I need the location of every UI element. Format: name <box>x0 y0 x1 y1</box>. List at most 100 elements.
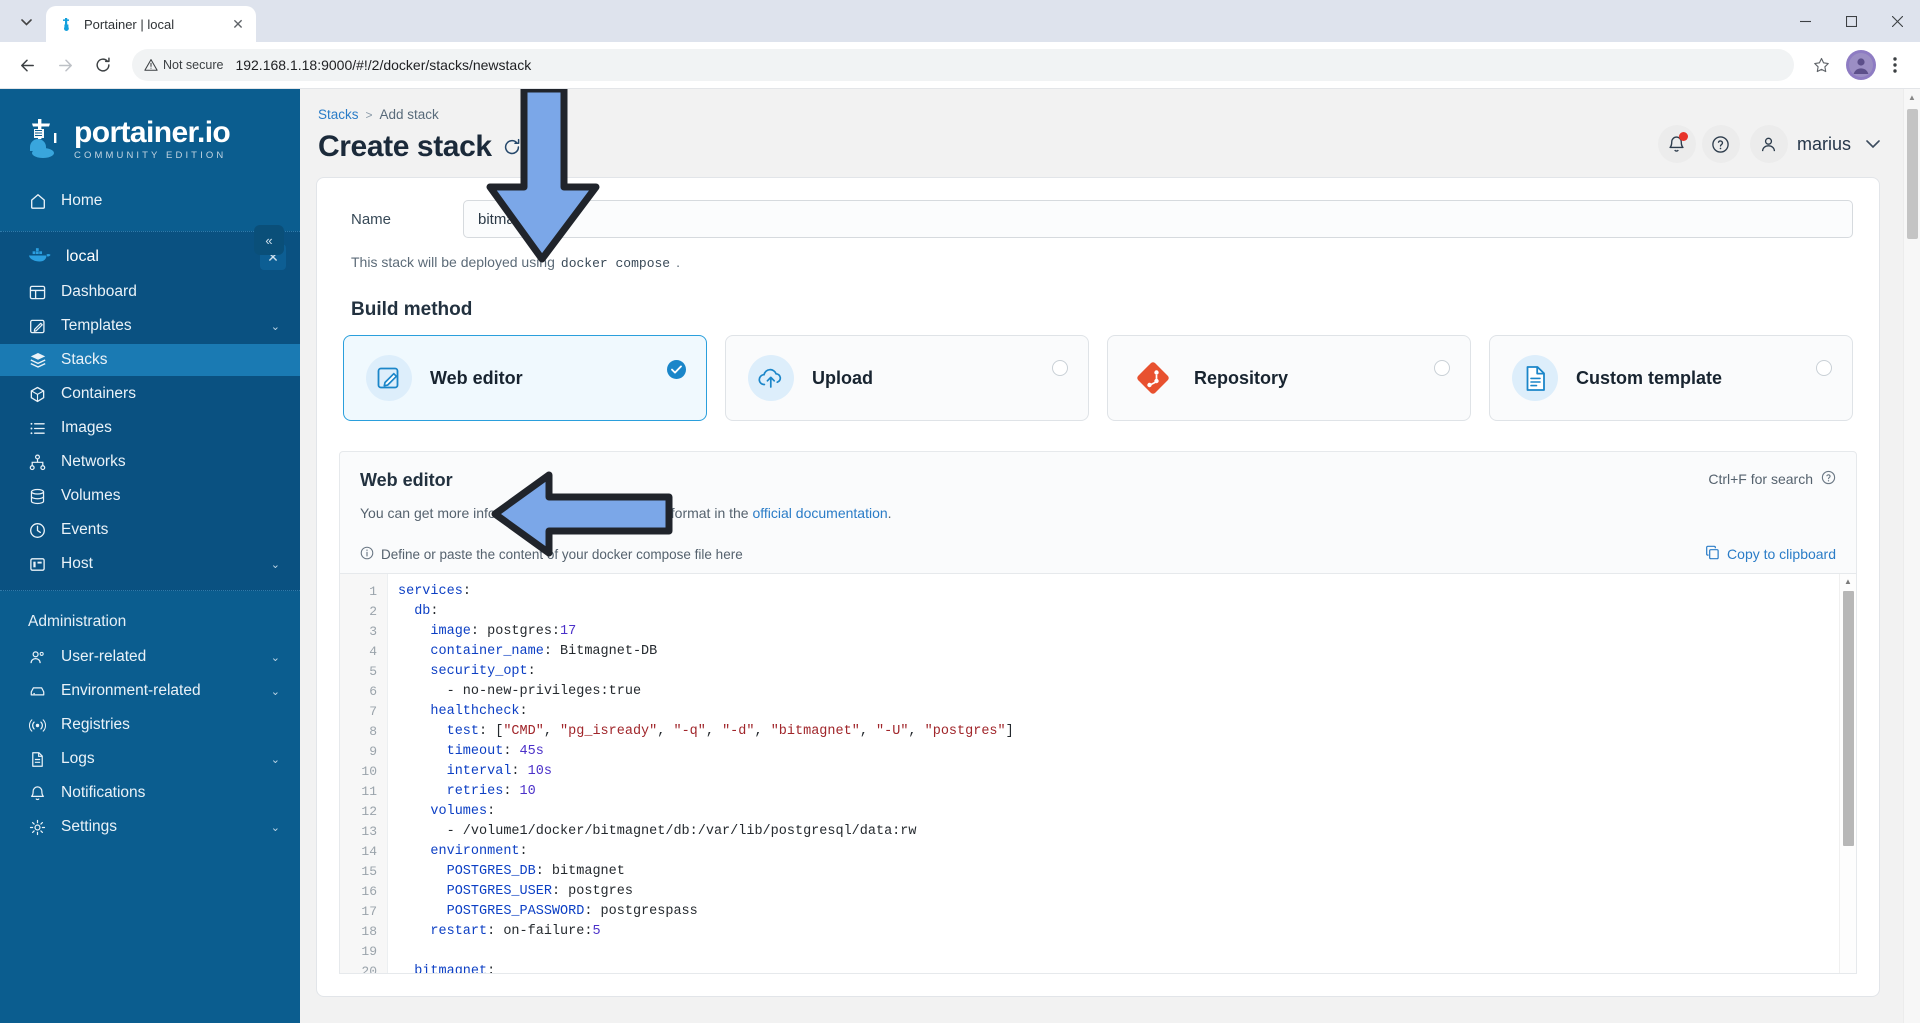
user-avatar-button[interactable] <box>1749 125 1788 163</box>
help-circle-icon <box>1712 135 1730 153</box>
sidebar-item-settings[interactable]: Settings ⌄ <box>0 811 300 843</box>
user-menu[interactable]: marius <box>1746 125 1880 163</box>
maximize-window-button[interactable] <box>1828 0 1874 42</box>
code-token: : postgres: <box>470 624 561 639</box>
description-suffix: . <box>887 505 892 521</box>
code-token: : <box>519 704 528 719</box>
sidebar-environment-block: local ✕ Dashboard Templates ⌄ Stacks Con… <box>0 231 300 591</box>
browser-tabstrip: Portainer | local ✕ <box>0 0 1920 42</box>
main-content: Stacks > Add stack Create stack marius N… <box>300 89 1920 1023</box>
page-scroll-up-icon[interactable]: ▲ <box>1904 89 1920 105</box>
code-line: healthcheck: <box>398 702 1856 722</box>
sidebar-item-stacks[interactable]: Stacks <box>0 344 300 376</box>
portainer-logo[interactable]: portainer.io COMMUNITY EDITION <box>0 103 300 171</box>
web-editor-header: Web editor Ctrl+F for search <box>360 470 1836 491</box>
line-number: 5 <box>369 664 377 679</box>
scroll-up-arrow-icon[interactable]: ▲ <box>1840 574 1856 589</box>
code-content[interactable]: services: db: image: postgres:17 contain… <box>388 574 1856 973</box>
deploy-note: This stack will be deployed using docker… <box>343 254 1853 271</box>
radio-selected-icon[interactable] <box>667 360 686 379</box>
build-method-web-editor[interactable]: Web editor <box>343 335 707 421</box>
portainer-crane-icon <box>24 117 64 161</box>
sidebar: portainer.io COMMUNITY EDITION « Home lo… <box>0 89 300 1023</box>
reload-button[interactable] <box>86 48 120 82</box>
sidebar-item-volumes[interactable]: Volumes <box>0 480 300 512</box>
define-hint-text: Define or paste the content of your dock… <box>381 546 743 562</box>
breadcrumb-stacks-link[interactable]: Stacks <box>318 107 359 122</box>
sidebar-item-logs[interactable]: Logs ⌄ <box>0 743 300 775</box>
sidebar-item-dashboard[interactable]: Dashboard <box>0 276 300 308</box>
sidebar-item-registries[interactable]: Registries <box>0 709 300 741</box>
templates-icon <box>28 317 47 336</box>
help-circle-icon[interactable] <box>1821 470 1836 488</box>
official-documentation-link[interactable]: official documentation <box>752 505 887 521</box>
sidebar-item-templates[interactable]: Templates ⌄ <box>0 310 300 342</box>
copy-to-clipboard-button[interactable]: Copy to clipboard <box>1705 545 1836 563</box>
close-tab-icon[interactable]: ✕ <box>228 14 248 34</box>
tab-search-dropdown-icon[interactable] <box>8 7 44 37</box>
code-line: security_opt: <box>398 662 1856 682</box>
radio-unselected-icon[interactable] <box>1816 360 1832 376</box>
code-editor[interactable]: 1 2 3 4 5 6 7 8 9 10 11 12 13 14 15 16 17 18 19 20 services… <box>339 574 1857 974</box>
code-token: timeout <box>446 744 504 759</box>
code-line: volumes: <box>398 802 1856 822</box>
browser-tab[interactable]: Portainer | local ✕ <box>46 6 256 42</box>
code-token: : [ <box>479 724 504 739</box>
bookmark-star-icon[interactable] <box>1806 50 1836 80</box>
notifications-button[interactable] <box>1657 125 1696 163</box>
line-number: 11 <box>361 784 377 799</box>
chevron-down-icon: ⌄ <box>270 320 280 333</box>
code-token: POSTGRES_USER <box>446 884 552 899</box>
sidebar-item-networks[interactable]: Networks <box>0 446 300 478</box>
code-token: container_name <box>430 644 544 659</box>
code-token: "pg_isready" <box>560 724 658 739</box>
page-scrollbar-thumb[interactable] <box>1907 109 1918 239</box>
collapse-sidebar-button[interactable]: « <box>254 225 284 255</box>
chevron-down-icon[interactable] <box>1866 137 1880 152</box>
scrollbar-thumb[interactable] <box>1843 591 1854 846</box>
sidebar-item-images[interactable]: Images <box>0 412 300 444</box>
profile-avatar[interactable] <box>1846 50 1876 80</box>
build-method-upload[interactable]: Upload <box>725 335 1089 421</box>
code-token: : postgres <box>551 884 633 899</box>
line-number: 3 <box>369 624 377 639</box>
editor-scrollbar[interactable]: ▲ <box>1839 574 1856 973</box>
stack-name-input[interactable] <box>463 200 1853 238</box>
sidebar-item-label: User-related <box>61 648 147 665</box>
build-method-repository[interactable]: Repository <box>1107 335 1471 421</box>
help-button[interactable] <box>1701 125 1740 163</box>
sidebar-item-containers[interactable]: Containers <box>0 378 300 410</box>
define-hint: Define or paste the content of your dock… <box>360 546 743 563</box>
web-editor-subheader: Define or paste the content of your dock… <box>360 545 1836 573</box>
sidebar-item-events[interactable]: Events <box>0 514 300 546</box>
sidebar-item-environment-related[interactable]: Environment-related ⌄ <box>0 675 300 707</box>
address-bar[interactable]: Not secure 192.168.1.18:9000/#!/2/docker… <box>132 49 1794 81</box>
forward-button[interactable] <box>48 48 82 82</box>
code-token: 17 <box>560 624 577 639</box>
line-number: 13 <box>361 824 377 839</box>
refresh-icon[interactable] <box>502 137 522 157</box>
line-number: 9 <box>369 744 377 759</box>
browser-menu-icon[interactable] <box>1880 48 1910 82</box>
sidebar-item-host[interactable]: Host ⌄ <box>0 548 300 580</box>
build-method-label: Custom template <box>1576 367 1723 388</box>
security-indicator[interactable]: Not secure <box>144 58 235 72</box>
page-scrollbar[interactable]: ▲ <box>1903 89 1920 1023</box>
line-number: 20 <box>361 964 377 974</box>
code-line: retries: 10 <box>398 782 1856 802</box>
radio-unselected-icon[interactable] <box>1434 360 1450 376</box>
sidebar-item-user-related[interactable]: User-related ⌄ <box>0 641 300 673</box>
build-method-custom-template[interactable]: Custom template <box>1489 335 1853 421</box>
code-token: POSTGRES_DB <box>446 864 536 879</box>
close-window-button[interactable] <box>1874 0 1920 42</box>
back-button[interactable] <box>10 48 44 82</box>
sidebar-item-home[interactable]: Home <box>0 185 300 217</box>
minimize-window-button[interactable] <box>1782 0 1828 42</box>
git-repository-icon <box>1130 355 1176 401</box>
radio-unselected-icon[interactable] <box>1052 360 1068 376</box>
sidebar-item-notifications[interactable]: Notifications <box>0 777 300 809</box>
